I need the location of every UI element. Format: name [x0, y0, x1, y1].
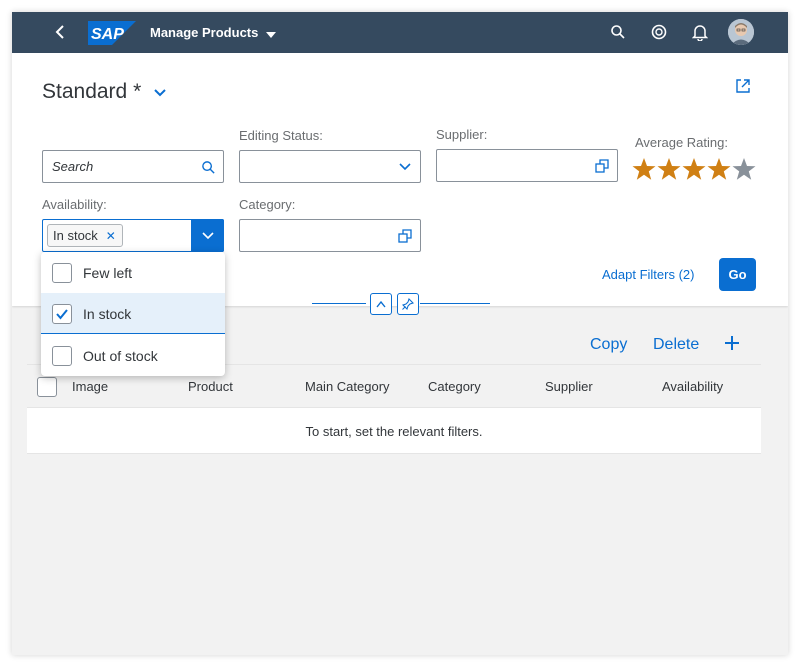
option-in-stock[interactable]: In stock — [41, 293, 225, 334]
column-header-main-category[interactable]: Main Category — [305, 379, 390, 394]
availability-token[interactable]: In stock ✕ — [47, 224, 123, 247]
search-icon[interactable] — [608, 22, 628, 42]
header-divider-right — [420, 303, 490, 304]
option-out-of-stock[interactable]: Out of stock — [41, 335, 225, 376]
copy-button[interactable]: Copy — [590, 336, 627, 354]
select-all-checkbox[interactable] — [37, 377, 57, 397]
star-filled-icon[interactable] — [707, 157, 731, 181]
editing-status-label: Editing Status: — [239, 128, 323, 143]
chevron-down-icon — [153, 85, 167, 103]
table-body: To start, set the relevant filters. — [27, 408, 761, 454]
option-label: In stock — [83, 306, 132, 322]
option-checkbox-checked[interactable] — [52, 304, 72, 324]
app-window: SAP Manage Products Standard * Search Ed… — [12, 12, 788, 655]
availability-options-popover: Few left In stock Out of stock — [41, 252, 225, 376]
no-data-text: To start, set the relevant filters. — [305, 424, 483, 439]
column-header-category[interactable]: Category — [428, 379, 481, 394]
token-remove-icon[interactable]: ✕ — [106, 229, 116, 243]
value-help-icon[interactable] — [396, 227, 414, 245]
search-icon[interactable] — [199, 158, 217, 176]
variant-selector[interactable]: Standard * — [42, 79, 167, 105]
value-help-icon[interactable] — [593, 157, 611, 175]
option-few-left[interactable]: Few left — [41, 252, 225, 293]
delete-button[interactable]: Delete — [653, 336, 699, 354]
collapse-header-button[interactable] — [370, 293, 392, 315]
column-header-product[interactable]: Product — [188, 379, 233, 394]
star-filled-icon[interactable] — [632, 157, 656, 181]
option-checkbox[interactable] — [52, 346, 72, 366]
chevron-up-icon — [376, 300, 386, 308]
add-icon[interactable] — [722, 333, 742, 353]
checkmark-icon — [56, 309, 68, 320]
supplier-input[interactable] — [436, 149, 618, 182]
star-filled-icon[interactable] — [657, 157, 681, 181]
availability-multicombobox[interactable]: In stock ✕ — [42, 219, 224, 252]
go-button[interactable]: Go — [719, 258, 756, 291]
star-filled-icon[interactable] — [682, 157, 706, 181]
copilot-icon[interactable] — [649, 22, 669, 42]
option-label: Few left — [83, 265, 133, 281]
user-avatar[interactable] — [728, 19, 754, 45]
average-rating-label: Average Rating: — [635, 135, 728, 150]
star-empty-icon[interactable] — [732, 157, 756, 181]
availability-dropdown-button[interactable] — [191, 219, 224, 252]
pin-header-button[interactable] — [397, 293, 419, 315]
shell-bar: SAP Manage Products — [12, 12, 788, 53]
app-title[interactable]: Manage Products — [150, 24, 258, 41]
search-placeholder: Search — [52, 159, 94, 174]
column-header-image[interactable]: Image — [72, 379, 108, 394]
chevron-down-icon — [396, 158, 414, 176]
chevron-down-icon — [201, 231, 214, 239]
chevron-left-icon — [55, 25, 64, 39]
availability-token-label: In stock — [53, 228, 98, 243]
column-header-availability[interactable]: Availability — [662, 379, 723, 394]
adapt-filters-link[interactable]: Adapt Filters (2) — [602, 267, 694, 282]
share-icon[interactable] — [734, 77, 754, 97]
average-rating-stars[interactable] — [632, 157, 757, 181]
app-menu-caret-icon[interactable] — [266, 26, 276, 44]
sap-logo: SAP — [88, 21, 136, 45]
editing-status-select[interactable] — [239, 150, 421, 183]
back-button[interactable] — [50, 22, 70, 42]
search-input[interactable]: Search — [42, 150, 224, 183]
category-label: Category: — [239, 197, 296, 212]
option-label: Out of stock — [83, 348, 158, 364]
supplier-label: Supplier: — [436, 127, 488, 142]
notifications-bell-icon[interactable] — [690, 22, 710, 42]
variant-title: Standard * — [42, 80, 142, 103]
pin-icon — [402, 298, 414, 310]
column-header-supplier[interactable]: Supplier — [545, 379, 593, 394]
category-input[interactable] — [239, 219, 421, 252]
option-checkbox[interactable] — [52, 263, 72, 283]
header-divider-left — [312, 303, 366, 304]
availability-label: Availability: — [42, 197, 107, 212]
sap-logo-text: SAP — [91, 26, 124, 43]
